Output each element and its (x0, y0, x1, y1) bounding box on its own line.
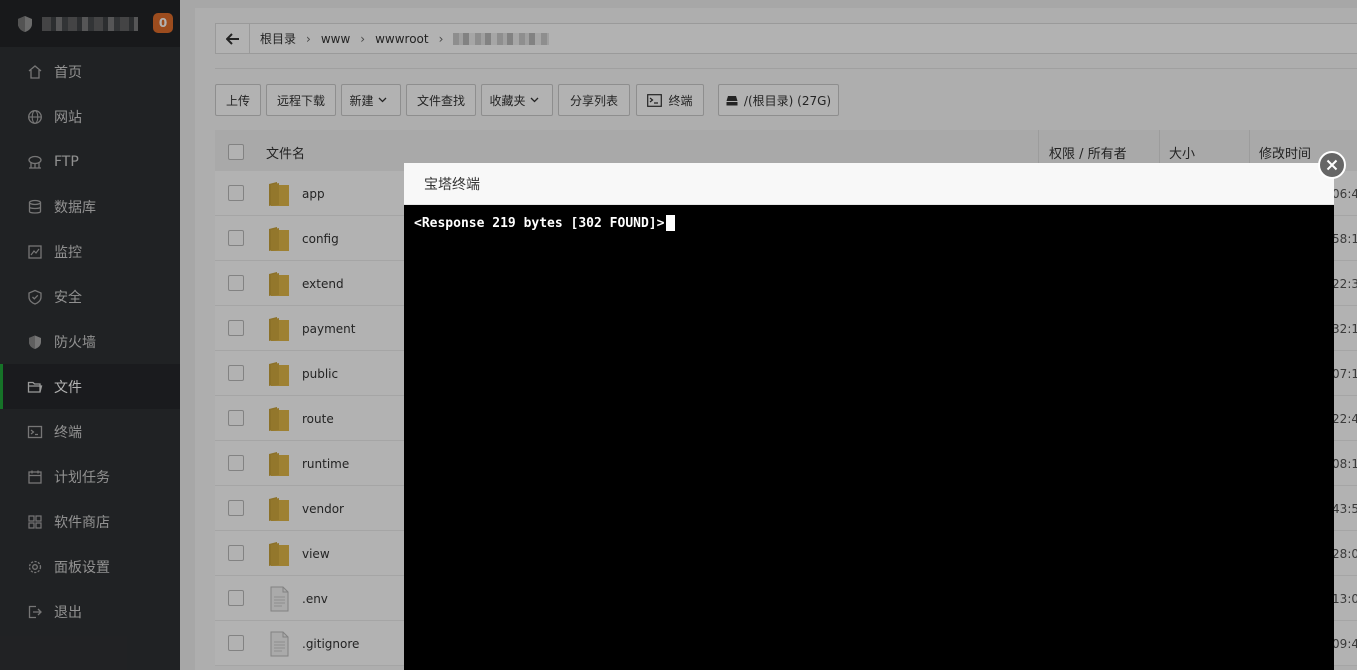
terminal-dialog: 宝塔终端 <Response 219 bytes [302 FOUND]> (404, 163, 1334, 670)
close-icon (1326, 159, 1338, 171)
terminal-output-text: <Response 219 bytes [302 FOUND]> (414, 215, 665, 231)
dialog-close-button[interactable] (1318, 151, 1346, 179)
terminal-output[interactable]: <Response 219 bytes [302 FOUND]> (414, 215, 676, 231)
terminal-cursor (666, 215, 676, 231)
dialog-title: 宝塔终端 (404, 163, 1334, 205)
